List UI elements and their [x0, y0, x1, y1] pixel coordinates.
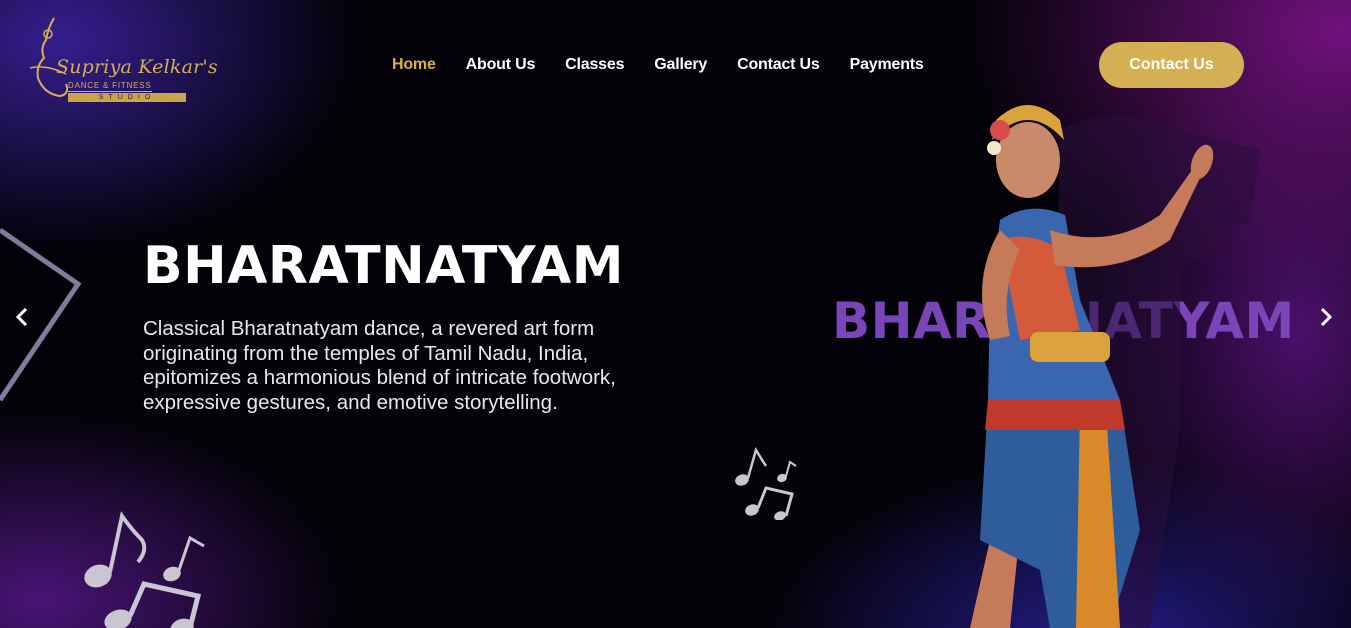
carousel-prev-button[interactable] [10, 305, 34, 329]
nav-item-contact-us[interactable]: Contact Us [737, 56, 820, 74]
nav-item-payments[interactable]: Payments [850, 56, 924, 74]
music-notes-icon [84, 511, 205, 628]
hero-headline: BHARATNATYAM [143, 236, 624, 296]
contact-us-button[interactable]: Contact Us [1099, 42, 1244, 88]
nav-item-classes[interactable]: Classes [565, 56, 624, 74]
nav-item-gallery[interactable]: Gallery [654, 56, 707, 74]
chevron-right-icon [1320, 307, 1333, 327]
music-notes-icon [735, 446, 797, 520]
nav-item-home[interactable]: Home [392, 56, 436, 74]
studio-logo[interactable]: Supriya Kelkar's DANCE & FITNESS STUDIO [26, 14, 218, 102]
logo-script-text: Supriya Kelkar's [56, 56, 218, 78]
nav-item-about-us[interactable]: About Us [466, 56, 536, 74]
dancer-image [970, 105, 1260, 628]
chevron-left-icon [15, 307, 28, 327]
hero-description: Classical Bharatnatyam dance, a revered … [143, 317, 616, 415]
logo-studio-bar: STUDIO [68, 93, 186, 102]
logo-subtitle: DANCE & FITNESS [68, 81, 152, 92]
hero-section: BHARATNATYAM Supriya Kelkar' [0, 0, 1351, 628]
main-navigation: Home About Us Classes Gallery Contact Us… [392, 56, 924, 74]
carousel-next-button[interactable] [1314, 305, 1338, 329]
